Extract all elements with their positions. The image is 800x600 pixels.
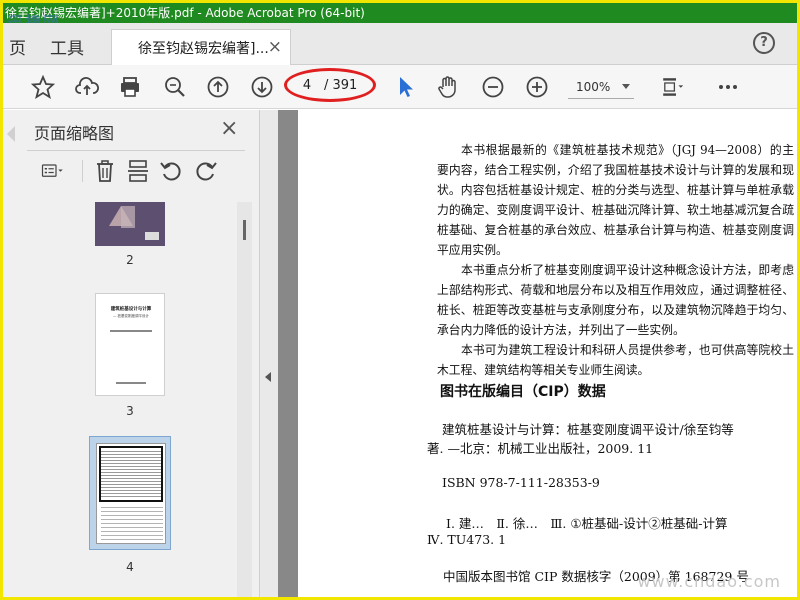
scrollbar-thumb[interactable] (243, 220, 246, 240)
thumbnail-page-3[interactable]: 建筑桩基设计与计算 — 桩基变刚度调平设计 (95, 293, 165, 396)
classification-line: Ⅰ. 建… Ⅱ. 徐… Ⅲ. ①桩基础-设计②桩基础-计算 (446, 516, 728, 531)
trash-icon[interactable] (92, 158, 118, 184)
more-icon[interactable] (714, 73, 742, 101)
rotate-left-icon[interactable] (158, 158, 184, 184)
panel-pointer-icon (7, 126, 15, 142)
thumbnail-page-2[interactable] (95, 202, 165, 246)
tab-tools[interactable]: 工具 (50, 34, 84, 59)
thumbnail-label: 3 (126, 404, 134, 418)
collapse-panel-icon[interactable] (265, 372, 271, 382)
thumbnail-page-4-selected[interactable] (89, 436, 171, 550)
select-arrow-icon[interactable] (392, 73, 420, 101)
document-page: 本书根据最新的《建筑桩基技术规范》（JGJ 94—2008）的主要内容，结合工程… (298, 110, 797, 597)
thumbnail-label: 2 (126, 253, 134, 267)
tab-home[interactable]: 页 (9, 34, 26, 59)
title-bar: 徐至钧赵锡宏编著]+2010年版.pdf - Adobe Acrobat Pro… (3, 3, 797, 23)
cip-heading: 图书在版编目（CIP）数据 (440, 384, 606, 400)
zoom-dropdown[interactable]: 100% (568, 75, 634, 99)
insert-page-icon[interactable] (125, 158, 151, 184)
cip-line: 著. —北京：机械工业出版社，2009. 11 (427, 441, 654, 456)
thumb-text-lines (101, 504, 163, 542)
divider (82, 160, 83, 182)
print-icon[interactable] (116, 73, 144, 101)
panel-scrollbar[interactable] (237, 202, 252, 597)
tab-document[interactable]: 徐至钧赵锡宏编著]... × (111, 29, 291, 65)
thumbnail-label: 4 (126, 560, 134, 574)
upload-icon[interactable] (73, 73, 101, 101)
page-down-icon[interactable] (248, 73, 276, 101)
thumbnail-panel: 页面缩略图 × 2 建筑桩基设计与计算 — 桩基变刚度调平设计 3 4 (3, 110, 260, 597)
thumbnail-list: 2 建筑桩基设计与计算 — 桩基变刚度调平设计 3 4 (27, 202, 237, 597)
divider (27, 150, 245, 151)
tab-bar: 页 工具 徐至钧赵锡宏编著]... × ? (3, 23, 797, 65)
paragraph: 本书根据最新的《建筑桩基技术规范》（JGJ 94—2008）的主要内容，结合工程… (437, 143, 794, 257)
viewport-rect[interactable] (99, 446, 163, 502)
star-icon[interactable] (29, 73, 57, 101)
thumb-title: 建筑桩基设计与计算 (110, 307, 152, 312)
close-icon[interactable]: × (268, 37, 282, 57)
thumb-author-line (110, 330, 152, 332)
app-window: 徐至钧赵锡宏编著]+2010年版.pdf - Adobe Acrobat Pro… (0, 0, 800, 600)
thumb-subtitle: — 桩基变刚度调平设计 (112, 314, 150, 318)
zoom-value: 100% (576, 80, 611, 94)
options-menu-icon[interactable] (33, 158, 73, 184)
page-up-icon[interactable] (204, 73, 232, 101)
panel-title: 页面缩略图 (34, 124, 115, 143)
paragraph: 本书可为建筑工程设计和科研人员提供参考，也可供高等院校土木工程、建筑结构等相关专… (437, 343, 794, 377)
thumbnail-page-4 (96, 443, 166, 544)
main-toolbar: 4 / 391 100% (3, 65, 797, 109)
help-button[interactable]: ? (753, 32, 775, 54)
paragraph: 本书重点分析了桩基变刚度调平设计这种概念设计方法，即考虑上部结构形式、荷载和地层… (437, 263, 794, 337)
fit-page-icon[interactable] (655, 73, 689, 101)
tab-document-label: 徐至钧赵锡宏编著]... (138, 41, 269, 57)
search-zoom-icon[interactable] (161, 73, 189, 101)
description-text: 本书根据最新的《建筑桩基技术规范》（JGJ 94—2008）的主要内容，结合工程… (437, 140, 794, 380)
thumb-publisher-line (116, 382, 146, 384)
panel-splitter[interactable] (260, 110, 278, 597)
highlight-annotation-oval (284, 68, 376, 102)
zoom-in-icon[interactable] (523, 73, 551, 101)
close-icon[interactable]: × (220, 116, 238, 141)
cip-line: 建筑桩基设计与计算：桩基变刚度调平设计/徐至钧等 (442, 422, 734, 437)
rotate-right-icon[interactable] (193, 158, 219, 184)
cover-graphic (121, 206, 135, 228)
window-title: 徐至钧赵锡宏编著]+2010年版.pdf - Adobe Acrobat Pro… (5, 6, 365, 20)
site-watermark: www.cndao.com (637, 572, 781, 591)
zoom-out-icon[interactable] (479, 73, 507, 101)
barcode (145, 232, 159, 240)
chevron-down-icon (622, 84, 630, 89)
isbn: ISBN 978-7-111-28353-9 (442, 475, 600, 490)
hand-icon[interactable] (434, 73, 462, 101)
classification-line: Ⅳ. TU473. 1 (427, 532, 507, 547)
